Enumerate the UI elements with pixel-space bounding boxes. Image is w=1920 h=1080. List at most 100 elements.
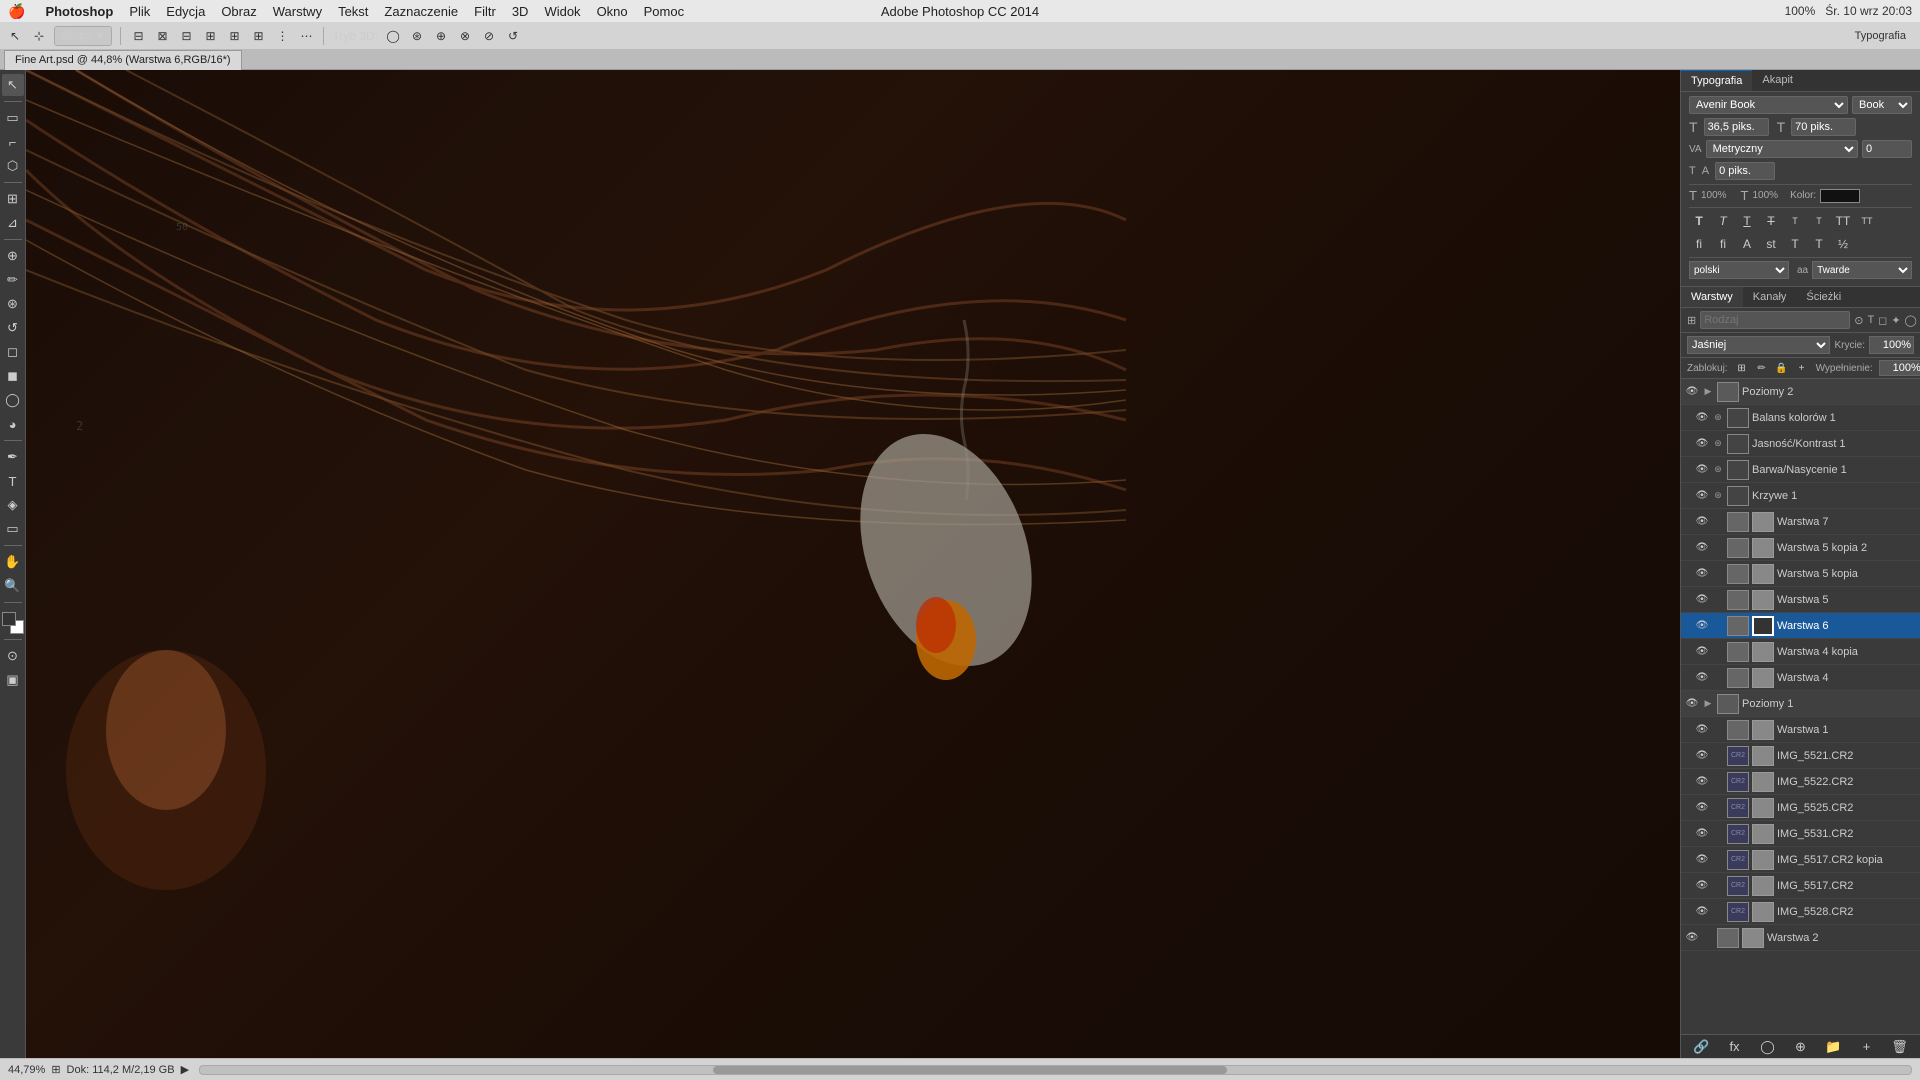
layer-item[interactable]: 👁Warstwa 5 <box>1681 587 1920 613</box>
menu-okno[interactable]: Okno <box>597 4 628 19</box>
layer-item[interactable]: 👁⊛Barwa/Nasycenie 1 <box>1681 457 1920 483</box>
snap-icon[interactable]: ⊹ <box>30 27 48 45</box>
font-size-input[interactable] <box>1704 118 1769 136</box>
eyedropper-tool[interactable]: ⊿ <box>2 212 24 234</box>
layer-item[interactable]: 👁Warstwa 4 <box>1681 665 1920 691</box>
tab-typography[interactable]: Typografia <box>1681 70 1752 91</box>
add-fx-btn[interactable]: fx <box>1725 1038 1745 1056</box>
tab-paragraph[interactable]: Akapit <box>1752 70 1803 91</box>
document-tab[interactable]: Fine Art.psd @ 44,8% (Warstwa 6,RGB/16*) <box>4 50 242 70</box>
align-center-v-icon[interactable]: ⊠ <box>153 27 171 45</box>
kerning-input[interactable] <box>1862 140 1912 158</box>
layer-item[interactable]: 👁CR2IMG_5531.CR2 <box>1681 821 1920 847</box>
blur-tool[interactable]: ◯ <box>2 389 24 411</box>
history-brush-tool[interactable]: ↺ <box>2 317 24 339</box>
menu-tekst[interactable]: Tekst <box>338 4 368 19</box>
quick-select-tool[interactable]: ⬡ <box>2 155 24 177</box>
eraser-tool[interactable]: ◻ <box>2 341 24 363</box>
3d-icon6[interactable]: ↺ <box>504 27 522 45</box>
new-group-btn[interactable]: 📁 <box>1824 1038 1844 1056</box>
tracking-type-select[interactable]: Metryczny <box>1706 140 1858 158</box>
filter-btn3[interactable]: ◻ <box>1878 314 1887 327</box>
filter-btn2[interactable]: T <box>1867 314 1874 326</box>
layer-item[interactable]: 👁CR2IMG_5522.CR2 <box>1681 769 1920 795</box>
layer-item[interactable]: 👁CR2IMG_5525.CR2 <box>1681 795 1920 821</box>
group-expand-icon[interactable]: ▶ <box>1702 698 1714 710</box>
layer-item[interactable]: 👁⊛Krzywe 1 <box>1681 483 1920 509</box>
layer-item[interactable]: 👁Warstwa 5 kopia <box>1681 561 1920 587</box>
discretionary-btn[interactable]: T <box>1785 234 1805 254</box>
screen-mode-tool[interactable]: ▣ <box>2 669 24 691</box>
zoom-icon[interactable]: ⊞ <box>51 1063 60 1076</box>
apple-menu[interactable]: 🍎 <box>8 3 25 20</box>
menu-photoshop[interactable]: Photoshop <box>45 4 113 19</box>
aa-select[interactable]: Twarde <box>1812 261 1912 279</box>
layer-visibility-toggle[interactable]: 👁 <box>1695 801 1709 815</box>
horizontal-scrollbar[interactable] <box>199 1065 1912 1075</box>
filter-btn5[interactable]: ◯ <box>1905 314 1917 327</box>
language-select[interactable]: polski <box>1689 261 1789 279</box>
lock-pixels-btn[interactable]: ⊞ <box>1734 360 1750 376</box>
bold-btn[interactable]: T <box>1689 211 1709 231</box>
oldstyle-btn[interactable]: fi <box>1713 234 1733 254</box>
blend-mode-select[interactable]: Jaśniej <box>1687 336 1830 354</box>
crop-tool[interactable]: ⊞ <box>2 188 24 210</box>
distribute-h-icon[interactable]: ⋮ <box>273 27 291 45</box>
layer-visibility-toggle[interactable]: 👁 <box>1695 827 1709 841</box>
strikethrough-btn[interactable]: T <box>1761 211 1781 231</box>
layer-visibility-toggle[interactable]: 👁 <box>1695 593 1709 607</box>
3d-icon2[interactable]: ⊛ <box>408 27 426 45</box>
new-fill-layer-btn[interactable]: ⊕ <box>1791 1038 1811 1056</box>
align-right-icon[interactable]: ⊟ <box>177 27 195 45</box>
tab-layers[interactable]: Warstwy <box>1681 287 1743 307</box>
layer-item[interactable]: 👁Warstwa 1 <box>1681 717 1920 743</box>
align-top-icon[interactable]: ⊞ <box>201 27 219 45</box>
fraction-btn[interactable]: ½ <box>1833 234 1853 254</box>
layer-item[interactable]: 👁▶Poziomy 1 <box>1681 691 1920 717</box>
layer-visibility-toggle[interactable]: 👁 <box>1695 489 1709 503</box>
layer-item[interactable]: 👁⊛Jasność/Kontrast 1 <box>1681 431 1920 457</box>
pen-tool[interactable]: ✒ <box>2 446 24 468</box>
layer-visibility-toggle[interactable]: 👁 <box>1695 437 1709 451</box>
ordinal-btn[interactable]: A <box>1737 234 1757 254</box>
layer-visibility-toggle[interactable]: 👁 <box>1695 567 1709 581</box>
layer-visibility-toggle[interactable]: 👁 <box>1695 905 1709 919</box>
underline-btn[interactable]: T <box>1737 211 1757 231</box>
distribute-v-icon[interactable]: ⋯ <box>297 27 315 45</box>
clone-stamp-tool[interactable]: ⊛ <box>2 293 24 315</box>
layer-visibility-toggle[interactable]: 👁 <box>1695 853 1709 867</box>
menu-widok[interactable]: Widok <box>544 4 580 19</box>
layer-visibility-toggle[interactable]: 👁 <box>1695 645 1709 659</box>
shape-tool[interactable]: ▭ <box>2 518 24 540</box>
menu-zaznaczenie[interactable]: Zaznaczenie <box>384 4 458 19</box>
group-expand-icon[interactable]: ▶ <box>1702 386 1714 398</box>
gradient-tool[interactable]: ◼ <box>2 365 24 387</box>
layer-item[interactable]: 👁Warstwa 4 kopia <box>1681 639 1920 665</box>
layer-item[interactable]: 👁Warstwa 5 kopia 2 <box>1681 535 1920 561</box>
hand-tool[interactable]: ✋ <box>2 551 24 573</box>
delete-layer-btn[interactable]: 🗑 <box>1890 1038 1910 1056</box>
marquee-tool[interactable]: ▭ <box>2 107 24 129</box>
move-tool[interactable]: ↖ <box>2 74 24 96</box>
layer-item[interactable]: 👁CR2IMG_5528.CR2 <box>1681 899 1920 925</box>
layer-item[interactable]: 👁⊛Balans kolorów 1 <box>1681 405 1920 431</box>
lock-extra-btn[interactable]: + <box>1794 360 1810 376</box>
lock-position-btn[interactable]: ✏ <box>1754 360 1770 376</box>
menu-pomoc[interactable]: Pomoc <box>644 4 684 19</box>
opacity-input[interactable] <box>1869 336 1914 354</box>
allcaps-btn[interactable]: TT <box>1833 211 1853 231</box>
metrics-input[interactable] <box>1715 162 1775 180</box>
layer-visibility-toggle[interactable]: 👁 <box>1695 723 1709 737</box>
align-left-icon[interactable]: ⊟ <box>129 27 147 45</box>
layer-visibility-toggle[interactable]: 👁 <box>1695 541 1709 555</box>
fill-input[interactable] <box>1879 360 1920 376</box>
color-boxes[interactable] <box>2 612 24 634</box>
filter-btn1[interactable]: ⊙ <box>1854 314 1863 327</box>
tab-paths[interactable]: Ścieżki <box>1796 287 1851 307</box>
add-mask-btn[interactable]: ◯ <box>1758 1038 1778 1056</box>
menu-plik[interactable]: Plik <box>129 4 150 19</box>
play-btn[interactable]: ▶ <box>181 1063 189 1076</box>
layer-visibility-toggle[interactable]: 👁 <box>1695 411 1709 425</box>
quick-mask-tool[interactable]: ⊙ <box>2 645 24 667</box>
dodge-tool[interactable]: ◕ <box>2 413 24 435</box>
